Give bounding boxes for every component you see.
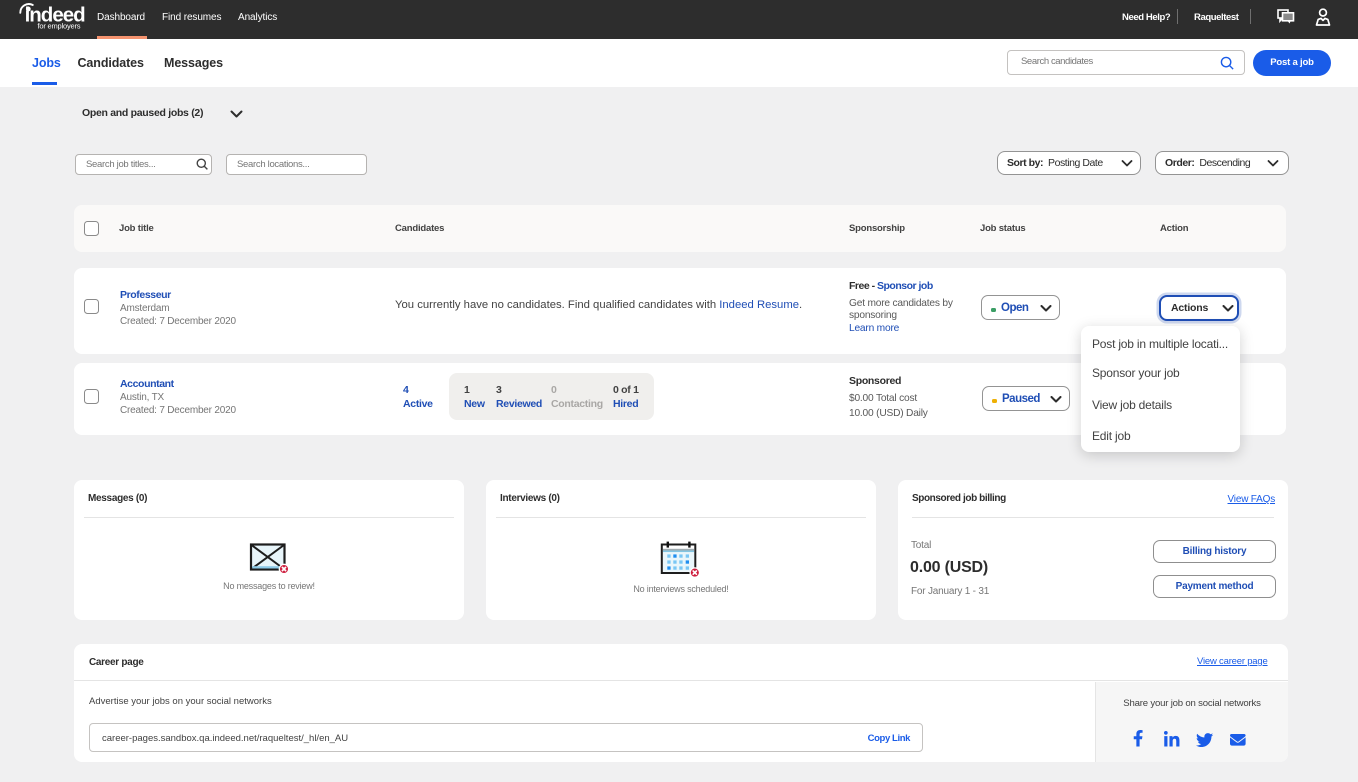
svg-text:for employers: for employers	[38, 22, 81, 31]
